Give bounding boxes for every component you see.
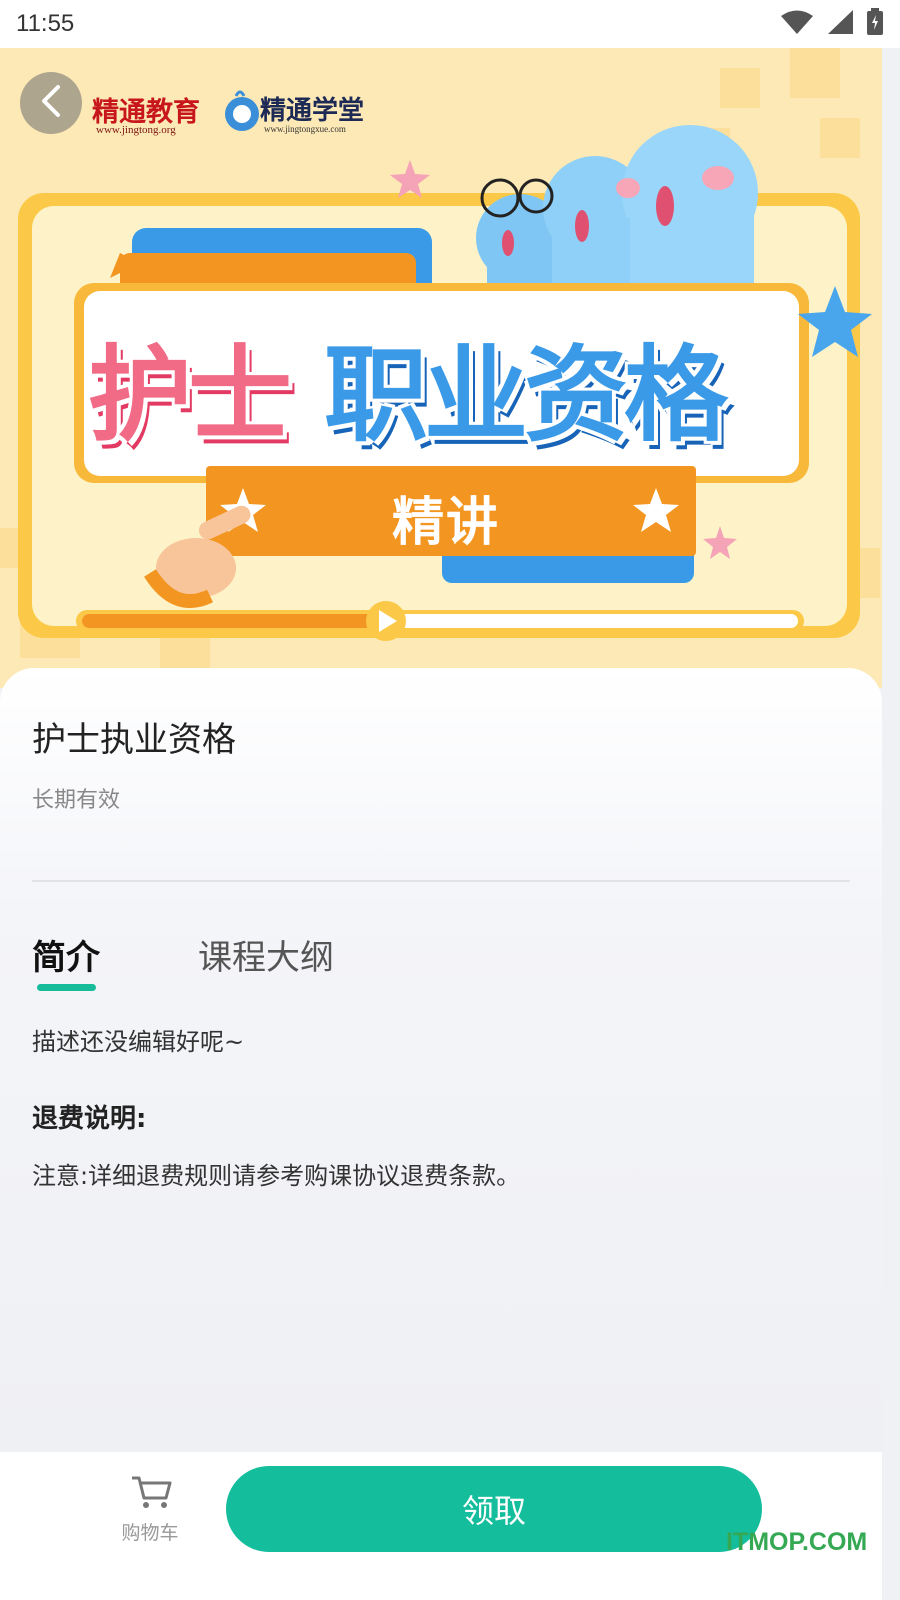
watermark: ITMOP.COM (726, 1528, 868, 1556)
status-bar: 11:55 (0, 0, 900, 48)
cart-button[interactable]: 购物车 (110, 1474, 190, 1544)
status-time: 11:55 (16, 10, 75, 37)
status-icons (780, 8, 884, 40)
refund-policy-note: 注意:详细退费规则请参考购课协议退费条款。 (32, 1162, 521, 1190)
course-banner: 精通教育 www.jingtong.org 精通学堂 www.jingtongx… (0, 48, 882, 688)
logo-jingtong-xuetang: 精通学堂 (260, 96, 365, 125)
logo-jingtong-url: www.jingtong.org (96, 124, 176, 136)
tab-course-outline[interactable]: 课程大纲 (198, 930, 334, 979)
course-description: 描述还没编辑好呢~ (32, 1028, 245, 1056)
cart-label: 购物车 (121, 1522, 179, 1544)
course-validity: 长期有效 (32, 788, 121, 813)
course-title: 护士执业资格 (32, 720, 236, 760)
back-button[interactable] (20, 72, 82, 134)
bottom-action-bar: 购物车 领取 ITMOP.COM (0, 1452, 882, 1600)
banner-subtitle: 精讲 (392, 493, 501, 553)
shopping-cart-icon (130, 1474, 172, 1514)
claim-button[interactable]: 领取 (226, 1466, 762, 1552)
banner-title-qualification: 职业资格 (324, 334, 728, 456)
banner-title-nurse: 护士 (88, 334, 292, 456)
signal-icon (826, 9, 854, 39)
wifi-icon (780, 9, 814, 39)
whale-logo-icon (222, 88, 262, 138)
chevron-left-icon (38, 84, 64, 122)
divider (32, 880, 850, 882)
logo-xuetang-url: www.jingtongxue.com (264, 124, 346, 134)
battery-icon (866, 8, 884, 40)
tab-intro[interactable]: 简介 (32, 930, 100, 979)
refund-policy-title: 退费说明: (32, 1104, 147, 1134)
course-detail-card: 护士执业资格 长期有效 简介 课程大纲 描述还没编辑好呢~ 退费说明: 注意:详… (0, 668, 882, 1452)
active-tab-indicator (37, 984, 96, 991)
